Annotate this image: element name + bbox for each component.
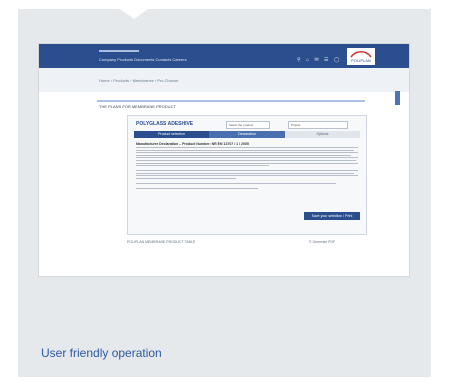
text-line <box>136 177 236 179</box>
product-title: POLYGLASS ADESHIVE <box>136 121 194 127</box>
declaration-body-text <box>136 147 358 191</box>
product-select[interactable]: Select the product <box>226 121 270 129</box>
text-line <box>136 157 358 159</box>
product-panel: POLYGLASS ADESHIVE Select the product Pr… <box>127 115 367 235</box>
brand-logo-text: POLIPLAN <box>351 58 371 63</box>
tab-options[interactable]: Options <box>285 131 360 138</box>
header-icons[interactable]: ⚲ ⌂ ✉ ☰ ◯ <box>297 57 342 63</box>
side-tab-marker[interactable] <box>395 91 400 105</box>
project-select[interactable]: Project <box>288 121 348 129</box>
text-line <box>136 154 352 156</box>
text-line <box>136 182 336 184</box>
text-line <box>136 152 358 154</box>
product-screenshot: Company Products Documents Contacts Care… <box>39 44 409 276</box>
feature-card: Company Products Documents Contacts Care… <box>18 9 431 377</box>
text-line <box>136 147 358 148</box>
tab-declaration[interactable]: Declaration <box>209 131 285 138</box>
footer-table-link[interactable]: POLIPLAN MEMBRANE PRODUCT TABLE <box>127 240 195 244</box>
brand-logo[interactable]: POLIPLAN <box>347 48 375 65</box>
page-title: THE PLANS FOR MEMBRANE PRODUCT <box>99 104 176 109</box>
breadcrumb-bar: Home › Products › Membranes › Pro Choose <box>39 68 409 92</box>
section-divider <box>97 100 365 102</box>
card-notch <box>120 9 148 19</box>
text-line <box>136 165 270 167</box>
tab-product-selection[interactable]: Product selection <box>134 131 209 138</box>
text-line <box>136 175 358 177</box>
text-line <box>136 187 259 189</box>
card-caption: User friendly operation <box>41 346 162 360</box>
declaration-heading: Manufacturer Declaration – Product Numbe… <box>136 142 249 146</box>
save-selection-button[interactable]: Save your selection / Print <box>304 212 360 220</box>
text-line <box>136 159 356 161</box>
header-tagline-bar <box>99 50 139 52</box>
panel-tabs: Product selection Declaration Options <box>134 131 360 138</box>
text-line <box>136 162 358 164</box>
app-header: Company Products Documents Contacts Care… <box>39 44 409 68</box>
text-line <box>136 172 354 174</box>
pdf-link[interactable]: © Generate PDF <box>309 240 335 244</box>
text-line <box>136 170 358 172</box>
main-navigation[interactable]: Company Products Documents Contacts Care… <box>99 57 187 62</box>
breadcrumb[interactable]: Home › Products › Membranes › Pro Choose <box>99 78 178 83</box>
text-line <box>136 149 354 151</box>
